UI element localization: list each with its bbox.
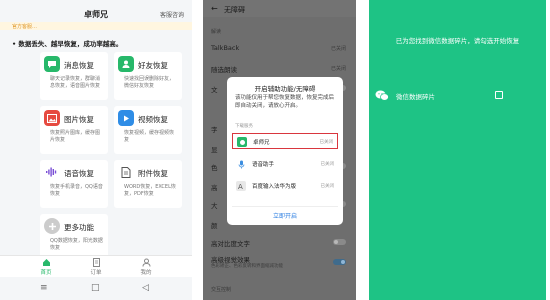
settings-row-talkback[interactable]: TalkBack <box>211 44 239 52</box>
advanced-visual-toggle[interactable] <box>333 259 346 265</box>
dialog-body: 该功能仅用于帮您恢复数据，恢复完成后即自动关闭，请放心开启。 <box>235 95 335 109</box>
card-desc: WORD恢复，EXCEL恢复，PDF恢复 <box>124 184 176 197</box>
card-desc: QQ数据恢复，阳光数据恢复 <box>50 238 103 251</box>
wechat-fragment-label: 微信数据碎片 <box>396 93 435 101</box>
settings-row-partial[interactable]: 色 <box>211 162 218 172</box>
accessibility-settings-screen: ← 无障碍 解读 TalkBack 已关闭 随选朗读 已关闭 文 字 显 色 高… <box>203 0 356 300</box>
advanced-visual-desc: 色彩矫正、色彩反转和界面缩减功能 <box>211 264 283 269</box>
audio-recovery-card[interactable]: 语音恢复 恢复手机录音，QQ语音恢复 <box>40 160 108 208</box>
settings-row-partial[interactable]: 文 <box>211 84 218 94</box>
system-navigation-bar: ≡ □ ◁ <box>0 277 192 300</box>
friend-icon <box>118 56 134 72</box>
nav-label: 我的 <box>140 270 152 276</box>
friend-recovery-card[interactable]: 好友恢复 快速找回误删除好友，微信好友恢复 <box>114 52 182 100</box>
card-title: 附件恢复 <box>138 169 168 178</box>
card-desc: 恢复手机录音，QQ语音恢复 <box>50 184 103 197</box>
settings-row-partial[interactable]: 颜 <box>211 220 218 230</box>
image-icon <box>44 110 60 126</box>
settings-row-partial[interactable]: 字 <box>211 124 218 134</box>
service-option-baidu-input[interactable]: A 百度输入法华为版 已关闭 <box>232 178 338 194</box>
nav-home[interactable]: 首页 <box>26 258 66 276</box>
service-name: 卓师兄 <box>253 140 270 146</box>
settings-row-partial[interactable]: 大 <box>211 200 218 210</box>
audio-icon <box>44 164 60 180</box>
order-icon <box>92 258 101 267</box>
service-name: 百度输入法华为版 <box>252 184 297 190</box>
image-recovery-card[interactable]: 图片恢复 恢复照片图库，缓存图片恢复 <box>40 106 108 154</box>
notice-banner-text: 官方客服… <box>12 24 38 30</box>
service-option-voice-assistant[interactable]: 语音助手 已关闭 <box>232 156 338 172</box>
service-option-zhuoshixiong[interactable]: 卓师兄 已关闭 <box>232 133 338 149</box>
card-title: 好友恢复 <box>138 61 168 70</box>
wechat-icon <box>375 90 389 101</box>
card-title: 视频恢复 <box>138 115 168 124</box>
dialog-section-label: 下载服务 <box>235 124 253 129</box>
service-name: 语音助手 <box>252 162 275 168</box>
settings-row-partial[interactable]: 高 <box>211 182 218 192</box>
back-icon[interactable]: ◁ <box>142 283 149 293</box>
settings-row-high-contrast[interactable]: 高对比度文字 <box>211 238 250 248</box>
message-recovery-card[interactable]: 消息恢复 聊天记录恢复，群聊消息恢复，语音图片恢复 <box>40 52 108 100</box>
status-bar <box>0 0 192 8</box>
section-label: 交互控制 <box>211 287 232 293</box>
notice-banner[interactable]: 官方客服… <box>0 22 192 30</box>
recovery-tip: • 数据丢失、越早恢复，成功率越高。 <box>12 40 123 48</box>
service-state: 已关闭 <box>320 162 335 167</box>
settings-header: ← 无障碍 <box>203 0 356 17</box>
menu-icon[interactable]: ≡ <box>40 283 48 293</box>
fragment-checkbox[interactable] <box>495 91 503 99</box>
row-state: 已关闭 <box>330 46 346 52</box>
nav-orders[interactable]: 订单 <box>76 258 116 276</box>
dialog-title: 开启辅助功能/无障碍 <box>254 85 316 93</box>
section-label: 解读 <box>211 29 222 35</box>
nav-label: 订单 <box>90 270 102 276</box>
card-title: 图片恢复 <box>64 115 94 124</box>
nav-label: 首页 <box>40 270 52 276</box>
card-title: 消息恢复 <box>64 61 94 70</box>
app-logo-icon <box>237 137 247 147</box>
chat-icon <box>44 56 60 72</box>
dialog-divider <box>232 206 338 207</box>
card-title: 更多功能 <box>64 223 94 232</box>
back-arrow-icon[interactable]: ← <box>211 4 218 13</box>
customer-service-link[interactable]: 客服咨询 <box>160 10 184 19</box>
plus-icon <box>44 218 60 234</box>
app-header: 卓师兄 客服咨询 <box>0 8 192 22</box>
settings-row-select-to-speak[interactable]: 随选朗读 <box>211 64 237 74</box>
attachment-recovery-card[interactable]: 附件恢复 WORD恢复，EXCEL恢复，PDF恢复 <box>114 160 182 208</box>
service-state: 已关闭 <box>319 140 334 145</box>
video-recovery-card[interactable]: 视频恢复 恢复视频，缓存视频恢复 <box>114 106 182 154</box>
card-desc: 聊天记录恢复，群聊消息恢复，语音图片恢复 <box>50 76 101 89</box>
high-contrast-toggle[interactable] <box>333 239 346 245</box>
scan-result-prompt: 已为您找到微信数据碎片，请勾选开始恢复 <box>395 37 520 45</box>
profile-icon <box>142 258 151 267</box>
enable-now-button[interactable]: 立即开启 <box>227 211 343 220</box>
video-icon <box>118 110 134 126</box>
wechat-fragment-row[interactable]: 微信数据碎片 <box>369 88 546 102</box>
recovery-home-screen: 卓师兄 客服咨询 官方客服… • 数据丢失、越早恢复，成功率越高。 消息恢复 聊… <box>0 0 192 300</box>
card-desc: 恢复照片图库，缓存图片恢复 <box>50 130 101 143</box>
svg-text:A: A <box>238 183 243 190</box>
enable-accessibility-dialog: 开启辅助功能/无障碍 该功能仅用于帮您恢复数据，恢复完成后即自动关闭，请放心开启… <box>227 77 343 225</box>
settings-title: 无障碍 <box>224 6 245 14</box>
scan-result-screen: 已为您找到微信数据碎片，请勾选开始恢复 微信数据碎片 <box>369 0 546 300</box>
settings-row-partial[interactable]: 显 <box>211 144 218 154</box>
keyboard-icon: A <box>236 181 246 191</box>
card-desc: 快速找回误删除好友，微信好友恢复 <box>124 76 175 89</box>
bottom-navigation: 首页 订单 我的 <box>0 255 192 277</box>
card-title: 语音恢复 <box>64 169 94 178</box>
nav-profile[interactable]: 我的 <box>126 258 166 276</box>
row-state: 已关闭 <box>330 66 346 72</box>
card-desc: 恢复视频，缓存视频恢复 <box>124 130 175 143</box>
service-state: 已关闭 <box>320 184 335 189</box>
document-icon <box>118 164 134 180</box>
home-square-icon[interactable]: □ <box>91 283 100 293</box>
microphone-icon <box>236 159 246 169</box>
home-icon <box>42 258 51 267</box>
